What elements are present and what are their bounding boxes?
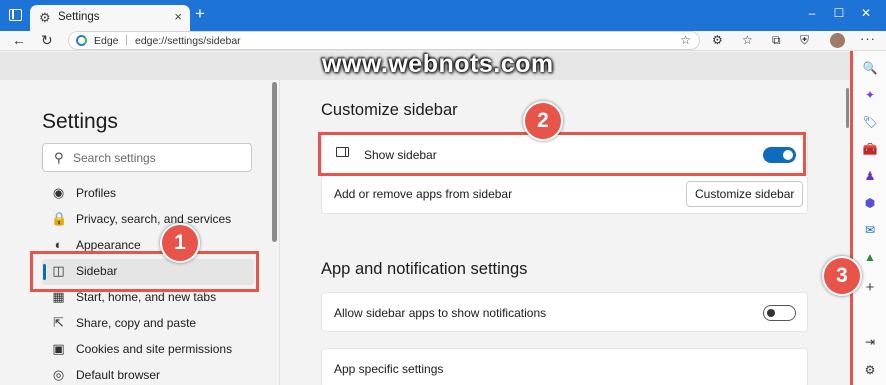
omnibox-brand: Edge bbox=[94, 35, 119, 47]
sidebar-item-start-home[interactable]: ▦ Start, home, and new tabs bbox=[42, 285, 254, 311]
callout-badge-3: 3 bbox=[822, 256, 862, 296]
maximize-button[interactable]: ☐ bbox=[829, 6, 849, 20]
search-input[interactable] bbox=[73, 149, 243, 167]
tree-icon[interactable]: ▲ bbox=[862, 249, 878, 265]
allow-notifications-row: Allow sidebar apps to show notifications bbox=[321, 292, 808, 332]
new-tab-button[interactable]: + bbox=[195, 4, 205, 24]
copilot-icon[interactable]: ✦ bbox=[862, 87, 878, 103]
extensions-icon[interactable]: ⚙ bbox=[712, 33, 723, 47]
search-box[interactable]: ⚲ bbox=[42, 143, 252, 172]
edge-logo-icon bbox=[76, 35, 87, 46]
nav-label: Privacy, search, and services bbox=[76, 212, 232, 226]
show-sidebar-toggle[interactable] bbox=[763, 147, 796, 163]
add-remove-apps-row: Add or remove apps from sidebar Customiz… bbox=[321, 176, 808, 214]
sidebar-icon bbox=[336, 147, 349, 157]
favorites-icon[interactable]: ☆ bbox=[742, 33, 753, 47]
browser-icon: ◎ bbox=[52, 367, 65, 382]
allow-notifications-label: Allow sidebar apps to show notifications bbox=[334, 306, 547, 320]
watermark: www.webnots.com bbox=[322, 50, 554, 78]
app-specific-settings-label: App specific settings bbox=[334, 362, 444, 376]
home-icon: ▦ bbox=[52, 289, 65, 304]
person-icon: ◉ bbox=[52, 185, 65, 200]
gear-icon[interactable]: ⚙ bbox=[862, 362, 878, 378]
sidebar-item-appearance[interactable]: ◐ Appearance bbox=[42, 233, 254, 259]
nav-scrollbar[interactable] bbox=[272, 82, 277, 242]
close-tab-icon[interactable]: × bbox=[174, 9, 182, 24]
more-menu-icon[interactable]: ··· bbox=[860, 31, 876, 46]
window-menu-icon[interactable] bbox=[9, 9, 22, 21]
microsoft-365-icon[interactable]: ⬢ bbox=[862, 195, 878, 211]
url-text[interactable]: edge://settings/sidebar bbox=[135, 35, 241, 47]
section-title-notifications: App and notification settings bbox=[321, 260, 528, 278]
hide-sidebar-icon[interactable]: ⇥ bbox=[862, 334, 878, 350]
gear-icon: ⚙ bbox=[39, 10, 51, 25]
nav-label: Start, home, and new tabs bbox=[76, 290, 217, 304]
collections-icon[interactable]: ⧉ bbox=[772, 33, 781, 48]
settings-content: Customize sidebar Show sidebar Add or re… bbox=[281, 80, 853, 385]
outlook-icon[interactable]: ✉ bbox=[862, 222, 878, 238]
customize-sidebar-button[interactable]: Customize sidebar bbox=[686, 181, 804, 207]
sidebar-item-default-browser[interactable]: ◎ Default browser bbox=[42, 363, 254, 385]
minimize-button[interactable]: – bbox=[802, 6, 822, 20]
refresh-icon[interactable]: ↻ bbox=[41, 32, 53, 49]
games-icon[interactable]: ♟ bbox=[862, 168, 878, 184]
sidebar-icon: ◫ bbox=[52, 263, 65, 278]
nav-label: Share, copy and paste bbox=[76, 316, 197, 330]
content-scrollbar[interactable] bbox=[846, 88, 849, 128]
title-bar: ⚙ Settings × + – ☐ ✕ bbox=[0, 0, 886, 31]
edge-sidebar: 🔍 ✦ 🏷 🧰 ♟ ⬢ ✉ ▲ + ⇥ ⚙ bbox=[853, 51, 886, 385]
search-icon: ⚲ bbox=[54, 150, 64, 165]
sidebar-item-cookies[interactable]: ▣ Cookies and site permissions bbox=[42, 337, 254, 363]
tab-title: Settings bbox=[58, 11, 100, 23]
allow-notifications-toggle[interactable] bbox=[763, 305, 796, 321]
callout-badge-2: 2 bbox=[523, 101, 563, 141]
palette-icon: ◐ bbox=[54, 237, 63, 252]
show-sidebar-row: Show sidebar bbox=[321, 133, 808, 176]
tab-settings[interactable]: ⚙ Settings × bbox=[30, 5, 190, 31]
sidebar-item-privacy[interactable]: 🔒 Privacy, search, and services bbox=[42, 207, 254, 233]
omnibox-separator: | bbox=[125, 34, 128, 46]
address-bar[interactable]: Edge | edge://settings/sidebar ☆ bbox=[68, 31, 700, 50]
section-title-customize: Customize sidebar bbox=[321, 101, 458, 119]
nav-label: Profiles bbox=[76, 186, 117, 200]
share-icon: ⇱ bbox=[53, 315, 64, 330]
close-window-button[interactable]: ✕ bbox=[856, 6, 876, 20]
back-icon[interactable]: ← bbox=[12, 32, 26, 48]
tools-icon[interactable]: 🧰 bbox=[862, 141, 878, 157]
sidebar-item-share-copy[interactable]: ⇱ Share, copy and paste bbox=[42, 311, 254, 337]
address-toolbar: ← ↻ Edge | edge://settings/sidebar ☆ ⚙ ☆… bbox=[0, 31, 886, 51]
page-title: Settings bbox=[42, 110, 118, 133]
settings-nav-panel: Settings ⚲ ◉ Profiles 🔒 Privacy, search,… bbox=[0, 80, 280, 385]
lock-icon: 🔒 bbox=[51, 211, 68, 226]
nav-label: Sidebar bbox=[76, 264, 118, 278]
show-sidebar-label: Show sidebar bbox=[364, 148, 437, 162]
app-specific-settings-row[interactable]: App specific settings bbox=[321, 348, 808, 385]
avatar[interactable] bbox=[830, 33, 845, 48]
nav-label: Default browser bbox=[76, 368, 161, 382]
search-icon[interactable]: 🔍 bbox=[862, 60, 878, 76]
shopping-tag-icon[interactable]: 🏷 bbox=[862, 114, 878, 130]
cookie-icon: ▣ bbox=[52, 341, 65, 356]
nav-label: Cookies and site permissions bbox=[76, 342, 233, 356]
add-app-icon[interactable]: + bbox=[862, 280, 878, 296]
favorite-star-icon[interactable]: ☆ bbox=[680, 33, 691, 47]
nav-label: Appearance bbox=[76, 238, 141, 252]
callout-badge-1: 1 bbox=[160, 223, 200, 263]
sidebar-item-sidebar[interactable]: ◫ Sidebar bbox=[42, 259, 254, 285]
add-remove-apps-label: Add or remove apps from sidebar bbox=[334, 187, 513, 201]
sidebar-item-profiles[interactable]: ◉ Profiles bbox=[42, 181, 254, 207]
browser-essentials-icon[interactable]: ⛨ bbox=[800, 33, 809, 48]
